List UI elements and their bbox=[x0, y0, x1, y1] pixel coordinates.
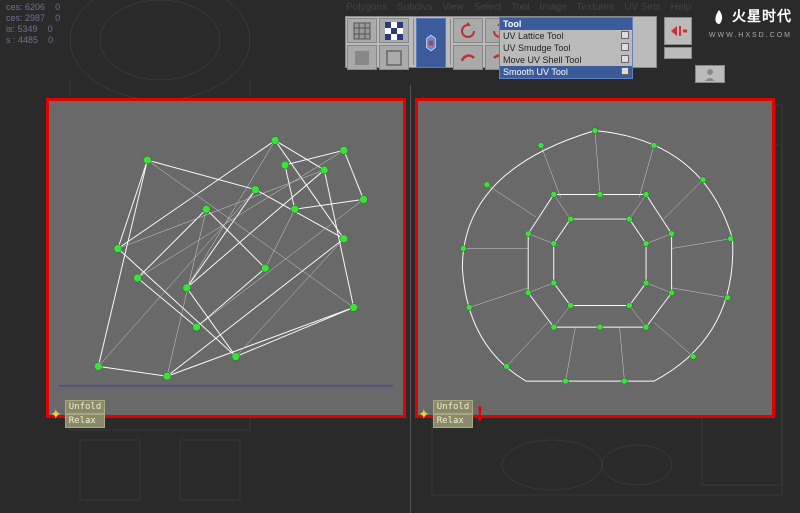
menu-uv-lattice[interactable]: UV Lattice Tool bbox=[500, 30, 632, 42]
smooth-tool-widget-left[interactable]: ✦ Unfold Relax bbox=[50, 400, 105, 428]
option-box-icon[interactable] bbox=[621, 43, 629, 51]
shade-tool-icon[interactable] bbox=[347, 45, 377, 70]
menu-textures[interactable]: Textures bbox=[577, 2, 615, 13]
collapse-arrow-icon[interactable] bbox=[664, 17, 692, 45]
viewport-divider bbox=[410, 85, 411, 513]
relax-button[interactable]: Relax bbox=[65, 414, 106, 428]
menu-move-uv-shell[interactable]: Move UV Shell Tool bbox=[500, 54, 632, 66]
uv-mesh-unfolded bbox=[428, 111, 762, 406]
tool-dropdown[interactable]: Tool UV Lattice Tool UV Smudge Tool Move… bbox=[499, 17, 633, 79]
flame-icon bbox=[709, 8, 729, 28]
menu-polygons[interactable]: Polygons bbox=[346, 2, 387, 13]
menu-subdivs[interactable]: Subdivs bbox=[397, 2, 433, 13]
wire-tool-icon[interactable] bbox=[379, 45, 409, 70]
expand-arrow-icon[interactable] bbox=[664, 47, 692, 59]
uv-panel-before bbox=[46, 98, 406, 418]
tool-dropdown-header: Tool bbox=[500, 18, 632, 30]
poly-stats: ces: 6206 0 ces: 2987 0 is: 5349 0 s : 4… bbox=[6, 2, 60, 46]
menu-select[interactable]: Select bbox=[474, 2, 502, 13]
menu-help[interactable]: Help bbox=[671, 2, 692, 13]
menu-uvsets[interactable]: UV Sets bbox=[624, 2, 661, 13]
star-icon: ✦ bbox=[418, 406, 430, 423]
option-box-icon[interactable] bbox=[621, 55, 629, 63]
watermark-logo: 火星时代 WWW.HXSD.COM bbox=[709, 6, 792, 40]
uv-editor-menubar[interactable]: Polygons Subdivs View Select Tool Image … bbox=[346, 2, 698, 13]
unfold-button[interactable]: Unfold bbox=[65, 400, 106, 414]
checker-tool-icon[interactable] bbox=[379, 18, 409, 43]
option-box-icon[interactable] bbox=[621, 31, 629, 39]
menu-image[interactable]: Image bbox=[539, 2, 567, 13]
star-icon: ✦ bbox=[50, 406, 62, 423]
menu-smooth-uv[interactable]: Smooth UV Tool bbox=[500, 66, 632, 78]
smooth-uv-tool-icon[interactable] bbox=[416, 18, 446, 68]
uv-toolbar: Tool UV Lattice Tool UV Smudge Tool Move… bbox=[345, 16, 657, 68]
menu-uv-smudge[interactable]: UV Smudge Tool bbox=[500, 42, 632, 54]
user-icon[interactable] bbox=[695, 65, 725, 83]
menu-tool[interactable]: Tool bbox=[511, 2, 529, 13]
unfold-button[interactable]: Unfold bbox=[433, 400, 474, 414]
grid-tool-icon[interactable] bbox=[347, 18, 377, 43]
undo-arc-icon[interactable] bbox=[453, 45, 483, 70]
smooth-tool-widget-right[interactable]: ✦ Unfold Relax ! bbox=[418, 400, 484, 428]
uv-mesh-tangled bbox=[59, 111, 393, 406]
uv-panel-after bbox=[415, 98, 775, 418]
relax-button[interactable]: Relax bbox=[433, 414, 474, 428]
menu-view[interactable]: View bbox=[442, 2, 464, 13]
option-box-icon[interactable] bbox=[621, 67, 629, 75]
rotate-ccw-icon[interactable] bbox=[453, 18, 483, 43]
annotation-exclaim: ! bbox=[476, 401, 483, 427]
